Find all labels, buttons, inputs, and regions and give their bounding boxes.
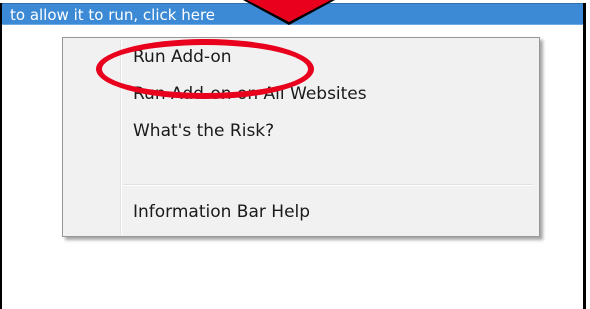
menu-item-run-add-on-all-websites[interactable]: Run Add-on on All Websites (66, 77, 536, 111)
menu-item-run-add-on[interactable]: Run Add-on (66, 40, 536, 74)
information-bar[interactable]: to allow it to run, click here (2, 3, 583, 25)
menu-item-information-bar-help[interactable]: Information Bar Help (66, 195, 536, 229)
information-bar-context-menu: Run Add-on Run Add-on on All Websites Wh… (62, 37, 540, 237)
menu-separator (123, 184, 533, 186)
window-right-border (583, 3, 586, 309)
menu-item-whats-the-risk[interactable]: What's the Risk? (66, 114, 536, 148)
browser-window: to allow it to run, click here Run Add-o… (0, 0, 590, 309)
